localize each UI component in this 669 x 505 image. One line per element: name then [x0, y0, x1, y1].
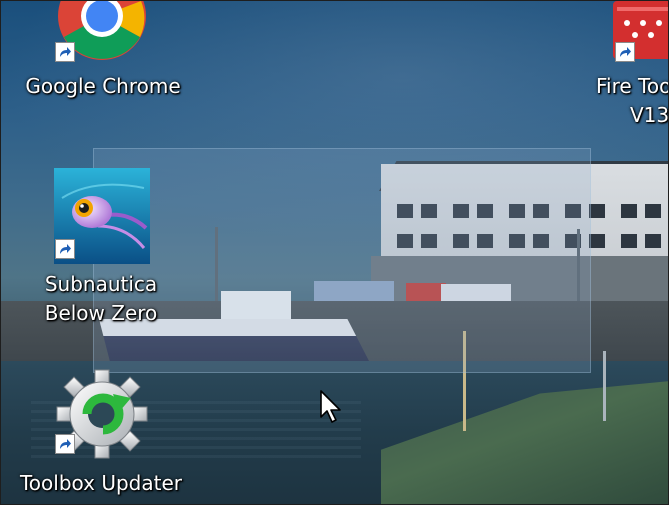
shortcut-arrow-icon [615, 42, 635, 62]
icon-label-fire-toolbox-line2: V13 [630, 103, 669, 127]
desktop-icon-fire-toolbox[interactable]: Fire Too V13 [587, 1, 669, 133]
building-window [589, 204, 605, 218]
icon-label-toolbox-updater: Toolbox Updater [19, 471, 182, 495]
wallpaper-lamp-post [603, 351, 606, 421]
shortcut-arrow-icon [55, 434, 75, 454]
building-window [645, 234, 661, 248]
desktop-icon-toolbox-updater[interactable]: Toolbox Updater [11, 366, 191, 501]
icon-label-subnautica-line1: Subnautica [44, 272, 158, 296]
icon-label-fire-toolbox-line1: Fire Too [596, 74, 669, 98]
shortcut-arrow-icon [55, 239, 75, 259]
building-window [621, 234, 637, 248]
selection-rectangle [93, 148, 591, 373]
desktop-icon-subnautica-below-zero[interactable]: Subnautica Below Zero [36, 164, 166, 334]
icon-label-google-chrome: Google Chrome [25, 74, 181, 98]
desktop-icon-google-chrome[interactable]: Google Chrome [13, 1, 193, 106]
desktop-screen: Google Chrome Fire Too V13 Subnautica Be… [0, 0, 669, 505]
building-window [589, 234, 605, 248]
mouse-pointer-icon [319, 389, 345, 429]
building-window [621, 204, 637, 218]
shortcut-arrow-icon [55, 42, 75, 62]
building-window [645, 204, 661, 218]
icon-label-subnautica-line2: Below Zero [44, 301, 158, 325]
